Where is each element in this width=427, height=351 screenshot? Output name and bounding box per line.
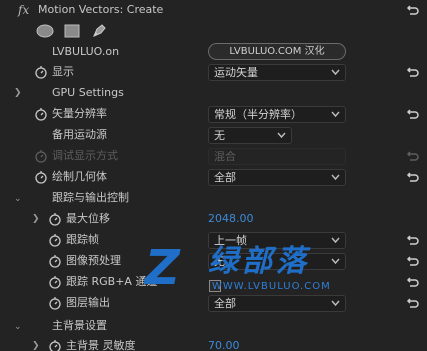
main-bg-sensitivity-value[interactable]: 70.00 [208,339,240,351]
reset-icon[interactable] [406,296,420,310]
stopwatch-icon[interactable] [34,170,48,184]
tracking-output-label: 跟踪与输出控制 [52,191,129,204]
reset-icon [406,151,419,161]
display-row: 显示 运动矢量 [0,62,427,83]
stopwatch-icon[interactable] [48,233,62,247]
vector-resolution-row: 矢量分辨率 常规（半分辨率） [0,104,427,125]
chevron-down-icon[interactable]: ⌄ [14,322,24,332]
ellipse-mask-icon[interactable] [36,24,54,38]
chevron-down-icon[interactable]: ⌄ [14,194,24,204]
stopwatch-icon[interactable] [34,65,48,79]
chevron-right-icon[interactable]: ❯ [32,341,42,351]
stopwatch-icon[interactable] [48,339,62,351]
reset-icon[interactable] [406,65,420,79]
gpu-settings-label: GPU Settings [52,86,124,99]
draw-geometry-dropdown[interactable]: 全部 [208,169,346,186]
main-bg-row[interactable]: ⌄ 主背景设置 [0,316,427,337]
reset-icon[interactable] [406,233,420,247]
rectangle-mask-icon[interactable] [64,24,80,38]
draw-geometry-value: 全部 [214,171,236,184]
reset-icon[interactable] [406,275,420,289]
image-preprocess-label: 图像预处理 [66,254,121,267]
display-value: 运动矢量 [214,66,258,79]
backup-source-value: 无 [214,129,225,142]
gpu-settings-row[interactable]: ❯ GPU Settings [0,83,427,104]
main-bg-sensitivity-label: 主背景 灵敏度 [66,339,136,351]
chevron-down-icon [331,174,340,181]
chevron-down-icon [277,132,286,139]
effect-header-row: fx Motion Vectors: Create [0,0,427,21]
chevron-down-icon [331,111,340,118]
display-label: 显示 [52,65,74,78]
vector-resolution-dropdown[interactable]: 常规（半分辨率） [208,106,346,123]
stopwatch-icon[interactable] [48,296,62,310]
layer-output-label: 图层输出 [66,296,110,309]
reset-icon[interactable] [406,107,420,121]
debug-display-label: 调试显示方式 [52,149,118,162]
reset-icon[interactable] [406,170,420,184]
mask-tools-row [0,21,427,42]
reset-icon[interactable] [406,3,420,17]
stopwatch-icon[interactable] [48,212,62,226]
main-bg-label: 主背景设置 [52,319,107,332]
chevron-right-icon[interactable]: ❯ [32,214,42,224]
max-displacement-value[interactable]: 2048.00 [208,212,254,226]
chevron-right-icon[interactable]: ❯ [14,88,24,98]
credit-row: LVBULUO.on LVBULUO.COM 汉化 [0,42,427,63]
stopwatch-icon[interactable] [48,275,62,289]
debug-display-value: 混合 [214,150,236,163]
layer-output-dropdown[interactable]: 全部 [208,295,346,312]
watermark-url: WWW.LVBULUO.COM [212,281,331,292]
backup-source-label: 备用运动源 [52,128,107,141]
credit-label: LVBULUO.on [52,45,120,58]
vector-resolution-value: 常规（半分辨率） [214,108,302,121]
debug-display-dropdown: 混合 [208,148,346,165]
reset-icon[interactable] [406,254,420,268]
fx-toggle-icon[interactable]: fx [18,3,29,17]
main-bg-sensitivity-row: ❯ 主背景 灵敏度 70.00 [0,336,427,351]
debug-display-row: 调试显示方式 混合 [0,146,427,167]
credit-button-label: LVBULUO.COM 汉化 [229,46,325,57]
layer-output-row: 图层输出 全部 [0,293,427,314]
stopwatch-icon [35,150,47,163]
chevron-down-icon [331,69,340,76]
chevron-down-icon [331,237,340,244]
watermark-logo: Z [145,240,180,296]
credit-button[interactable]: LVBULUO.COM 汉化 [208,43,346,60]
chevron-down-icon [331,300,340,307]
chevron-down-icon [331,258,340,265]
vector-resolution-label: 矢量分辨率 [52,107,107,120]
max-displacement-row: ❯ 最大位移 2048.00 [0,209,427,230]
backup-source-dropdown[interactable]: 无 [208,127,292,144]
track-rgba-label: 跟踪 RGB+A 通道 [66,275,158,288]
layer-output-value: 全部 [214,297,236,310]
draw-geometry-row: 绘制几何体 全部 [0,167,427,188]
track-frame-label: 跟踪帧 [66,233,99,246]
stopwatch-icon[interactable] [34,107,48,121]
pen-mask-icon[interactable] [91,23,107,39]
max-displacement-label: 最大位移 [66,212,110,225]
backup-source-row: 备用运动源 无 [0,125,427,146]
tracking-output-row[interactable]: ⌄ 跟踪与输出控制 [0,188,427,209]
display-dropdown[interactable]: 运动矢量 [208,64,346,81]
effect-title: Motion Vectors: Create [38,3,164,16]
draw-geometry-label: 绘制几何体 [52,170,107,183]
watermark-text: 绿部落 [208,244,310,279]
stopwatch-icon[interactable] [48,254,62,268]
